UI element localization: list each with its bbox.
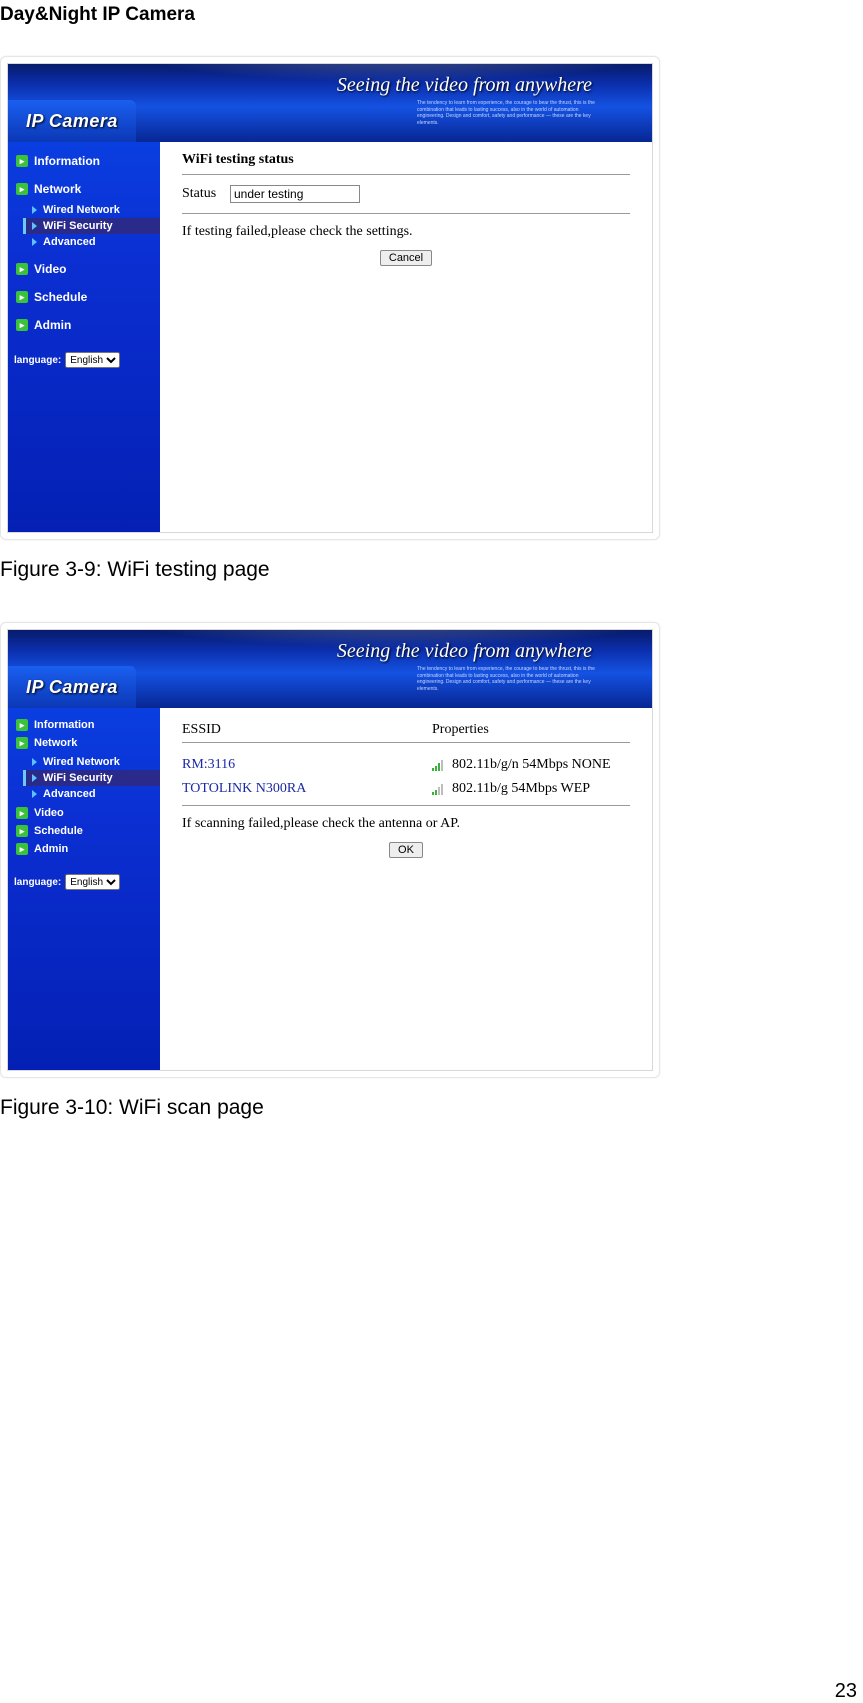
ok-button[interactable]: OK [389,842,423,858]
banner-tagline: Seeing the video from anywhere [337,74,592,97]
language-selector: language: English [14,352,154,368]
sidebar-item-network[interactable]: ▸Network [8,734,160,752]
sidebar-item-admin[interactable]: ▸Admin [8,840,160,858]
sidebar-item-information[interactable]: ▸Information [8,150,160,172]
sidebar-subitem-wired-network[interactable]: Wired Network [26,754,160,770]
logo: IP Camera [8,100,136,142]
language-selector: language: English [14,874,154,890]
sidebar-item-network[interactable]: ▸Network [8,178,160,200]
properties-text: 802.11b/g 54Mbps WEP [452,781,590,797]
sidebar-item-information[interactable]: ▸Information [8,716,160,734]
language-select[interactable]: English [65,352,120,368]
content-panel: ESSID Properties RM:3116 802.11b/g/n 54M… [160,708,652,1070]
sidebar-subitem-wired-network[interactable]: Wired Network [26,202,160,218]
content-panel: WiFi testing status Status If testing fa… [160,142,652,532]
arrow-icon: ▸ [16,825,28,837]
figure-caption-3-10: Figure 3-10: WiFi scan page [0,1086,863,1160]
language-select[interactable]: English [65,874,120,890]
arrow-icon: ▸ [16,737,28,749]
sidebar-subitem-wifi-security[interactable]: WiFi Security [23,770,160,786]
col-essid: ESSID [182,722,432,738]
arrow-icon: ▸ [16,843,28,855]
triangle-icon [32,222,37,230]
banner-fine-text: The tendency to learn from experience, t… [417,666,607,692]
cancel-button[interactable]: Cancel [380,250,432,266]
sidebar-subitem-wifi-security[interactable]: WiFi Security [23,218,160,234]
sidebar-item-admin[interactable]: ▸Admin [8,314,160,336]
arrow-icon: ▸ [16,291,28,303]
triangle-icon [32,758,37,766]
sidebar-item-video[interactable]: ▸Video [8,258,160,280]
status-input[interactable] [230,185,360,203]
scan-table-header: ESSID Properties [182,722,630,738]
status-label: Status [182,186,224,202]
arrow-icon: ▸ [16,719,28,731]
arrow-icon: ▸ [16,263,28,275]
col-properties: Properties [432,722,630,738]
scan-row: RM:3116 802.11b/g/n 54Mbps NONE [182,753,630,777]
sidebar-item-schedule[interactable]: ▸Schedule [8,286,160,308]
sidebar-subitem-advanced[interactable]: Advanced [26,234,160,250]
arrow-icon: ▸ [16,183,28,195]
content-heading: WiFi testing status [182,152,630,168]
essid-link[interactable]: TOTOLINK N300RA [182,781,432,797]
arrow-icon: ▸ [16,155,28,167]
scan-note: If scanning failed,please check the ante… [182,816,630,832]
triangle-icon [32,206,37,214]
sidebar: ▸Information ▸Network Wired Network WiFi… [8,708,160,1070]
sidebar-item-schedule[interactable]: ▸Schedule [8,822,160,840]
screenshot-wifi-testing: Seeing the video from anywhere The tende… [0,56,660,540]
properties-text: 802.11b/g/n 54Mbps NONE [452,757,611,773]
app-banner: Seeing the video from anywhere The tende… [8,630,652,708]
sidebar-item-video[interactable]: ▸Video [8,804,160,822]
signal-icon [432,760,446,771]
arrow-icon: ▸ [16,319,28,331]
triangle-icon [32,774,37,782]
sidebar: ▸Information ▸Network Wired Network WiFi… [8,142,160,532]
banner-fine-text: The tendency to learn from experience, t… [417,100,607,126]
scan-row: TOTOLINK N300RA 802.11b/g 54Mbps WEP [182,777,630,801]
arrow-icon: ▸ [16,807,28,819]
signal-icon [432,784,446,795]
testing-note: If testing failed,please check the setti… [182,224,630,240]
logo: IP Camera [8,666,136,708]
banner-tagline: Seeing the video from anywhere [337,640,592,663]
sidebar-subitem-advanced[interactable]: Advanced [26,786,160,802]
triangle-icon [32,238,37,246]
triangle-icon [32,790,37,798]
page-number: 23 [0,1680,863,1703]
app-banner: Seeing the video from anywhere The tende… [8,64,652,142]
document-title: Day&Night IP Camera [0,0,863,56]
essid-link[interactable]: RM:3116 [182,757,432,773]
screenshot-wifi-scan: Seeing the video from anywhere The tende… [0,622,660,1078]
figure-caption-3-9: Figure 3-9: WiFi testing page [0,548,863,622]
